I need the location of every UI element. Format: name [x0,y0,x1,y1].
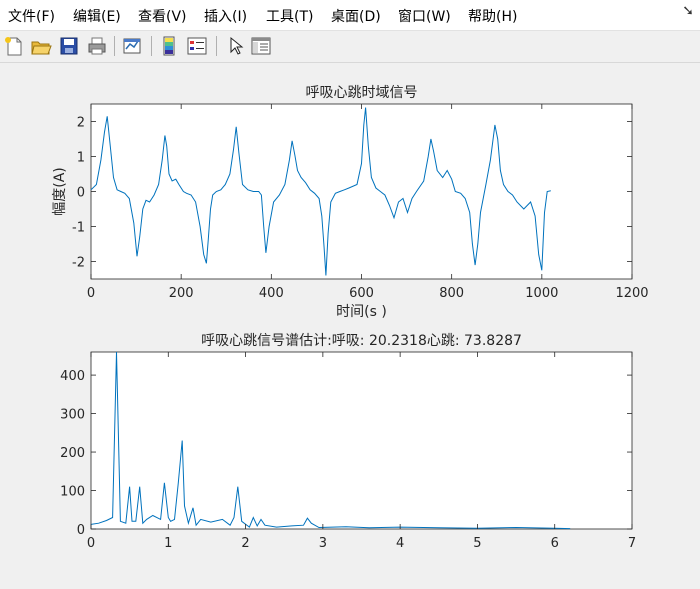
menu-view[interactable]: 查看(V) [138,6,187,26]
figure-toolbar [0,31,700,63]
spectrum-y-tick-label: 400 [60,369,85,384]
toolbar-separator [114,36,115,56]
spectrum-x-tick-label: 5 [473,536,481,551]
menu-window[interactable]: 窗口(W) [398,6,451,26]
menu-insert[interactable]: 插入(I) [204,6,247,26]
spectrum-x-tick-label: 4 [396,536,404,551]
menu-file[interactable]: 文件(F) [8,6,55,26]
time-x-tick-label: 600 [349,286,374,301]
save-icon[interactable] [58,35,80,57]
menubar-expand-icon[interactable]: ➘ [682,3,694,19]
figure-canvas: 0 200 400 600 800 1000 1200210-1-2呼吸心跳时域信号时间(s… [52,85,649,551]
time-x-tick-label: 0 [87,286,95,301]
time-plot-area [90,103,633,280]
insert-colorbar-icon[interactable] [158,35,180,57]
time-y-tick-label: 0 [77,186,85,201]
spectrum-x-tick-label: 0 [87,536,95,551]
insert-legend-icon[interactable] [186,35,208,57]
time-x-tick-label: 200 [169,286,194,301]
spectrum-y-tick-label: 300 [60,408,85,423]
property-inspector-icon[interactable] [250,35,272,57]
menu-edit[interactable]: 编辑(E) [73,6,121,26]
menu-desktop[interactable]: 桌面(D) [331,6,381,26]
spectrum-plot-area [90,351,633,530]
spectrum-x-tick-label: 7 [628,536,636,551]
toolbar-separator [151,36,152,56]
time-x-tick-label: 1200 [615,286,648,301]
time-y-tick-label: -2 [72,256,85,271]
spectrum-x-tick-label: 2 [241,536,249,551]
time-y-axis-label: 幅度(A) [52,167,68,216]
new-figure-icon[interactable] [3,35,25,57]
spectrum-y-tick-label: 0 [77,523,85,538]
spectrum-x-tick-label: 6 [551,536,559,551]
time-x-tick-label: 1000 [525,286,558,301]
spectrum-y-tick-label: 200 [60,446,85,461]
time-title: 呼吸心跳时域信号 [306,85,418,101]
time-y-tick-label: 1 [77,151,85,166]
open-file-icon[interactable] [30,35,52,57]
toolbar-separator [216,36,217,56]
time-y-tick-label: 2 [77,116,85,131]
spectrum-title: 呼吸心跳信号谱估计:呼吸: 20.2318心跳: 73.8287 [201,333,522,349]
time-x-axis-label: 时间(s ) [336,304,387,320]
menu-help[interactable]: 帮助(H) [468,6,517,26]
spectrum-y-tick-label: 100 [60,485,85,500]
menu-tools[interactable]: 工具(T) [266,6,313,26]
time-y-tick-label: -1 [72,221,85,236]
spectrum-x-tick-label: 1 [164,536,172,551]
edit-plot-icon[interactable] [224,35,246,57]
time-x-tick-label: 400 [259,286,284,301]
spectrum-x-tick-label: 3 [319,536,327,551]
time-x-tick-label: 800 [439,286,464,301]
menu-bar: 文件(F) 编辑(E) 查看(V) 插入(I) 工具(T) 桌面(D) 窗口(W… [0,0,700,31]
link-plot-icon[interactable] [121,35,143,57]
print-icon[interactable] [86,35,108,57]
